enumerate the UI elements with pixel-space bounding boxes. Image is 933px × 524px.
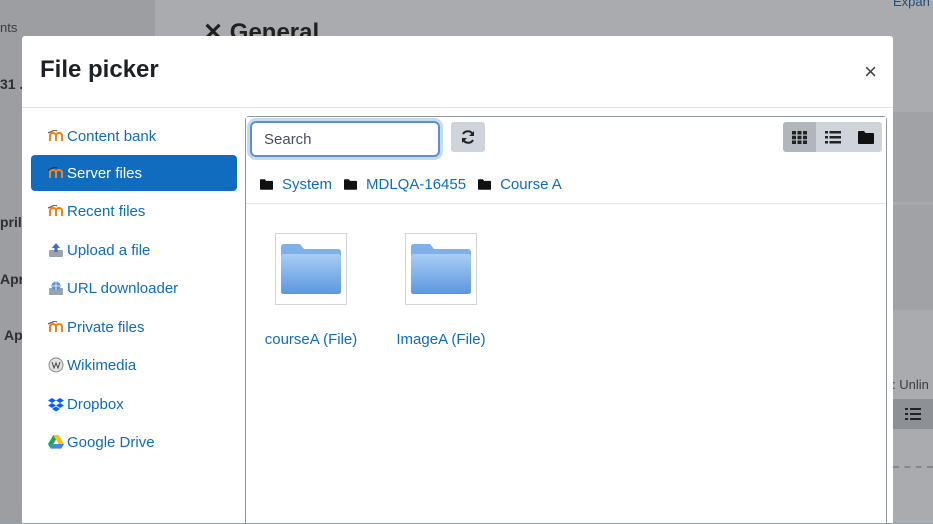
folder-icon — [857, 130, 874, 144]
folder-icon — [478, 179, 492, 190]
repo-url-downloader[interactable]: URL downloader — [31, 270, 237, 306]
repo-content-bank[interactable]: Content bank — [31, 118, 237, 154]
repo-label: URL downloader — [67, 279, 179, 297]
repo-label: Content bank — [67, 127, 157, 145]
file-item[interactable]: courseA (File) — [256, 233, 366, 348]
repo-wikimedia[interactable]: Wikimedia — [31, 347, 237, 383]
repo-recent-files[interactable]: Recent files — [31, 193, 237, 229]
file-item[interactable]: ImageA (File) — [386, 233, 496, 348]
modal-header: File picker × — [22, 36, 893, 108]
file-thumbnail — [405, 233, 477, 305]
file-thumbnail — [275, 233, 347, 305]
repo-upload-a-file[interactable]: Upload a file — [31, 232, 237, 268]
repo-label: Wikimedia — [67, 356, 137, 374]
breadcrumb-item-course-a[interactable]: Course A — [478, 176, 562, 193]
repo-dropbox[interactable]: Dropbox — [31, 386, 237, 422]
wikimedia-icon — [47, 357, 65, 373]
breadcrumb-item-mdlqa[interactable]: MDLQA-16455 — [344, 176, 466, 193]
view-switcher — [783, 122, 882, 152]
repo-label: Upload a file — [67, 241, 151, 259]
file-panel: System MDLQA-16455 Course A — [245, 116, 887, 524]
list-icon — [905, 408, 921, 420]
file-picker-modal: File picker × Content bank Server files … — [22, 36, 893, 524]
moodle-icon — [47, 319, 65, 335]
folder-icon — [281, 244, 341, 294]
modal-title: File picker — [40, 56, 159, 83]
repository-list: Content bank Server files Recent files U… — [22, 108, 244, 523]
moodle-icon — [47, 128, 65, 144]
refresh-button[interactable] — [451, 122, 485, 152]
close-button[interactable]: × — [864, 61, 877, 83]
list-view-button[interactable] — [816, 122, 849, 152]
bg-right-text: : Unlin — [892, 377, 929, 392]
bg-text-1: nts — [0, 20, 18, 35]
tree-view-button[interactable] — [849, 122, 882, 152]
folder-icon — [260, 179, 273, 190]
breadcrumb: System MDLQA-16455 Course A — [260, 176, 574, 193]
repo-label: Server files — [67, 164, 143, 182]
bg-divider — [893, 466, 933, 468]
repo-label: Recent files — [67, 202, 146, 220]
bg-right-block — [893, 112, 933, 202]
search-input[interactable] — [250, 121, 440, 157]
breadcrumb-item-system[interactable]: System — [260, 176, 332, 193]
bg-expand-link[interactable]: Expan — [893, 0, 930, 9]
repo-google-drive[interactable]: Google Drive — [31, 424, 237, 460]
file-toolbar: System MDLQA-16455 Course A — [246, 117, 886, 204]
bg-right-block-2 — [893, 205, 933, 310]
bg-text-5: Ap — [4, 327, 23, 343]
repo-label: Private files — [67, 318, 145, 336]
dropbox-icon — [47, 396, 65, 412]
moodle-icon — [47, 203, 65, 219]
bg-text-4: Apr — [0, 271, 25, 287]
file-name: ImageA (File) — [396, 331, 486, 348]
breadcrumb-label: Course A — [500, 176, 562, 193]
bg-list-button[interactable] — [893, 399, 933, 429]
list-icon — [824, 130, 841, 143]
moodle-icon — [47, 165, 65, 181]
url-icon — [47, 280, 65, 296]
repo-server-files[interactable]: Server files — [31, 155, 237, 191]
file-name: courseA (File) — [264, 331, 358, 348]
breadcrumb-label: System — [282, 176, 333, 193]
repo-label: Google Drive — [67, 433, 155, 451]
breadcrumb-label: MDLQA-16455 — [366, 176, 467, 193]
folder-icon — [411, 244, 471, 294]
folder-icon — [344, 179, 358, 190]
repo-label: Dropbox — [67, 395, 124, 413]
repo-private-files[interactable]: Private files — [31, 309, 237, 345]
grid-icon — [792, 130, 807, 144]
bg-text-3: pril — [0, 214, 22, 230]
refresh-icon — [462, 130, 474, 144]
upload-icon — [47, 242, 65, 258]
grid-view-button[interactable] — [783, 122, 816, 152]
google-drive-icon — [47, 434, 65, 450]
